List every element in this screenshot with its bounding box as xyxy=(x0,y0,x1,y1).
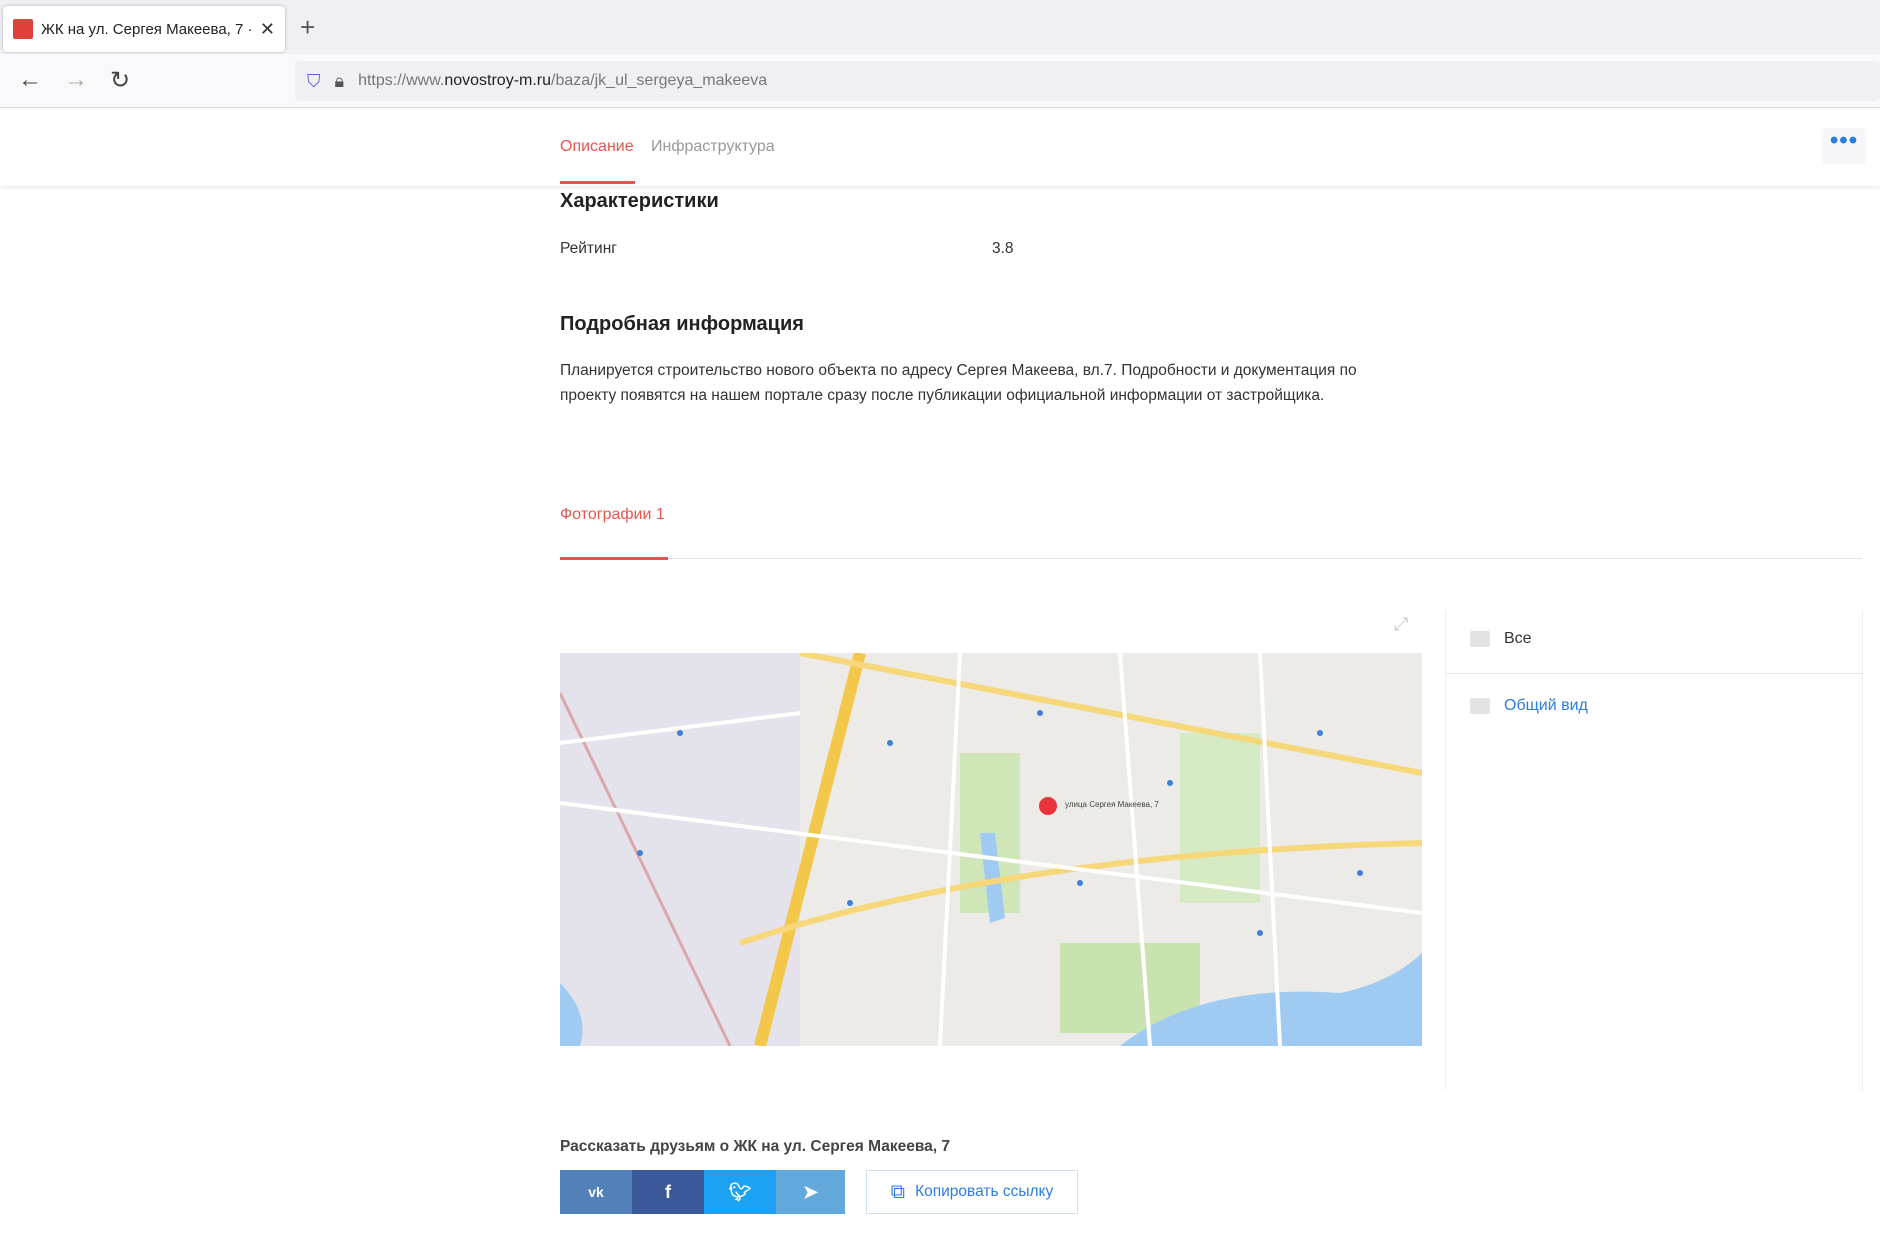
photos-tab[interactable]: Фотографии 1 xyxy=(560,506,665,524)
url-bar[interactable]: ⛉ 🔒︎ https://www.novostroy-m.ru/baza/jk_… xyxy=(295,61,1880,101)
more-menu-button[interactable]: ••• xyxy=(1822,128,1866,164)
facebook-icon: f xyxy=(665,1182,671,1203)
expand-icon[interactable]: ⤢ xyxy=(1394,614,1408,635)
page-section-nav: Описание Инфраструктура ••• xyxy=(0,108,1880,186)
rating-value: 3.8 xyxy=(992,236,1014,261)
share-title: Рассказать друзьям о ЖК на ул. Сергея Ма… xyxy=(560,1138,950,1156)
url-prefix: https://www. xyxy=(358,72,444,90)
twitter-icon: 🐦︎ xyxy=(729,1182,752,1203)
tab-description[interactable]: Описание xyxy=(560,138,634,156)
site-favicon-icon xyxy=(13,19,33,39)
browser-nav-bar: ← → ↻ ⛉ 🔒︎ https://www.novostroy-m.ru/ba… xyxy=(0,54,1880,108)
browser-tab[interactable]: ЖК на ул. Сергея Макеева, 7 · ✕ xyxy=(3,6,285,52)
album-label: Общий вид xyxy=(1504,697,1588,715)
share-vk-button[interactable]: vk xyxy=(560,1170,632,1214)
reload-icon[interactable]: ↻ xyxy=(110,66,130,95)
copy-link-button[interactable]: ⧉ Копировать ссылку xyxy=(866,1170,1078,1214)
share-telegram-button[interactable]: ➤ xyxy=(776,1170,845,1214)
tab-title: ЖК на ул. Сергея Макеева, 7 · xyxy=(41,21,254,38)
copy-icon: ⧉ xyxy=(891,1181,905,1204)
rating-label: Рейтинг xyxy=(560,236,617,261)
new-tab-button[interactable]: + xyxy=(300,12,315,43)
photos-divider xyxy=(560,558,1862,559)
lock-icon: 🔒︎ xyxy=(335,71,345,92)
share-facebook-button[interactable]: f xyxy=(632,1170,704,1214)
album-divider xyxy=(1446,673,1863,674)
shield-icon: ⛉ xyxy=(307,71,321,92)
details-line-1: Планируется строительство нового объекта… xyxy=(560,358,1357,383)
url-domain: novostroy-m.ru xyxy=(444,72,551,90)
forward-icon[interactable]: → xyxy=(64,66,88,94)
details-title: Подробная информация xyxy=(560,313,804,336)
album-all[interactable]: Все xyxy=(1470,630,1532,648)
map-graphic xyxy=(560,653,1422,1046)
location-marker xyxy=(1039,797,1057,815)
map-marker-label: улица Сергея Макеева, 7 xyxy=(1065,800,1159,809)
back-icon[interactable]: ← xyxy=(18,66,42,94)
map-image[interactable]: улица Сергея Макеева, 7 xyxy=(560,653,1422,1046)
browser-tab-bar: ЖК на ул. Сергея Макеева, 7 · ✕ + xyxy=(0,0,1880,54)
url-path: /baza/jk_ul_sergeya_makeeva xyxy=(551,72,767,90)
album-list: Все Общий вид xyxy=(1445,610,1863,1090)
tab-infrastructure[interactable]: Инфраструктура xyxy=(651,138,775,156)
copy-link-label: Копировать ссылку xyxy=(915,1183,1053,1201)
album-label: Все xyxy=(1504,630,1532,648)
camera-icon xyxy=(1470,631,1490,647)
photos-tab-underline xyxy=(560,557,668,560)
characteristics-title: Характеристики xyxy=(560,190,719,213)
active-tab-underline xyxy=(560,181,635,184)
close-tab-icon[interactable]: ✕ xyxy=(260,19,275,40)
details-line-2: проекту появятся на нашем портале сразу … xyxy=(560,383,1324,408)
album-general-view[interactable]: Общий вид xyxy=(1470,697,1588,715)
share-twitter-button[interactable]: 🐦︎ xyxy=(704,1170,776,1214)
vk-icon: vk xyxy=(588,1184,604,1200)
camera-icon xyxy=(1470,698,1490,714)
telegram-icon: ➤ xyxy=(803,1182,818,1203)
